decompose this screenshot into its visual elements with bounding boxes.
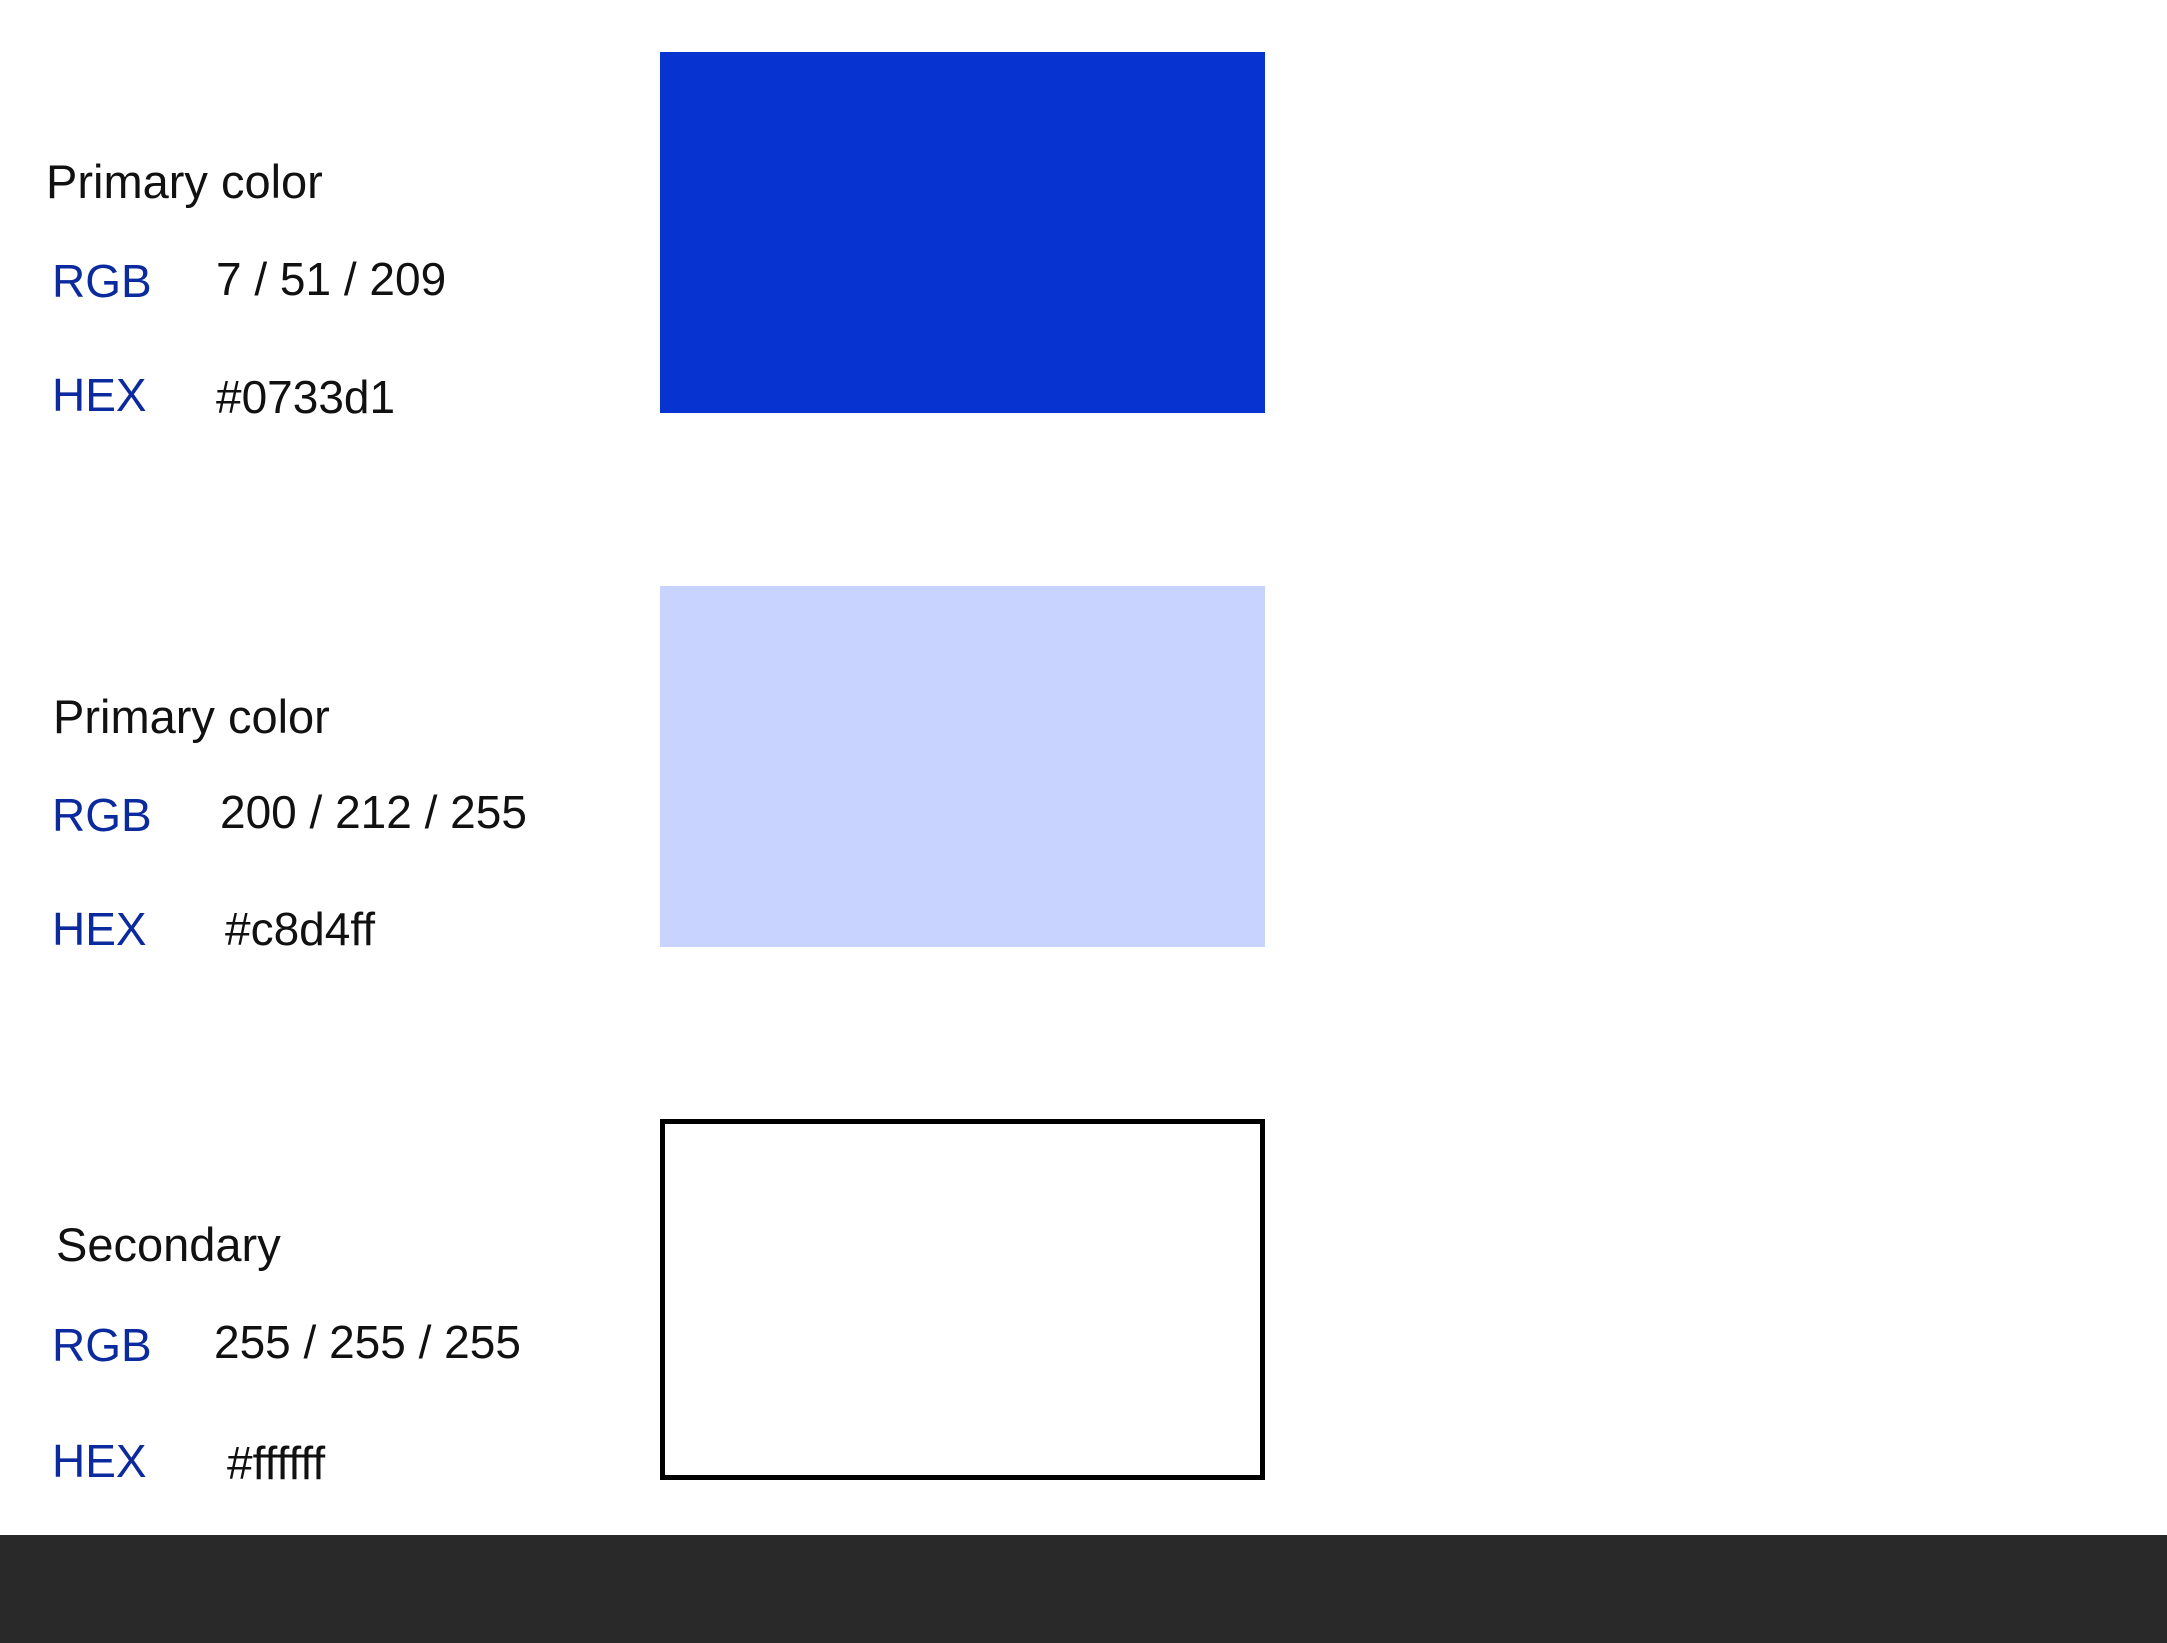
- rgb-label: RGB: [52, 255, 152, 307]
- color-swatch-secondary: [660, 1119, 1265, 1480]
- rgb-label: RGB: [52, 1319, 152, 1371]
- rgb-label: RGB: [52, 789, 152, 841]
- hex-label: HEX: [52, 1435, 147, 1487]
- hex-value: #ffffff: [227, 1437, 326, 1489]
- swatch-title: Primary color: [46, 155, 323, 208]
- hex-label: HEX: [52, 369, 147, 421]
- color-swatch-primary: [660, 52, 1265, 413]
- color-palette-canvas: Primary color RGB 7 / 51 / 209 HEX #0733…: [0, 0, 2167, 1535]
- rgb-value: 7 / 51 / 209: [216, 253, 447, 305]
- rgb-value: 200 / 212 / 255: [220, 786, 527, 838]
- bottom-bar: [0, 1535, 2167, 1643]
- swatch-title: Primary color: [53, 690, 330, 743]
- hex-label: HEX: [52, 903, 147, 955]
- hex-value: #0733d1: [216, 371, 396, 423]
- hex-value: #c8d4ff: [225, 903, 376, 955]
- rgb-value: 255 / 255 / 255: [214, 1316, 521, 1368]
- color-swatch-primary-light: [660, 586, 1265, 947]
- swatch-title: Secondary: [56, 1218, 281, 1271]
